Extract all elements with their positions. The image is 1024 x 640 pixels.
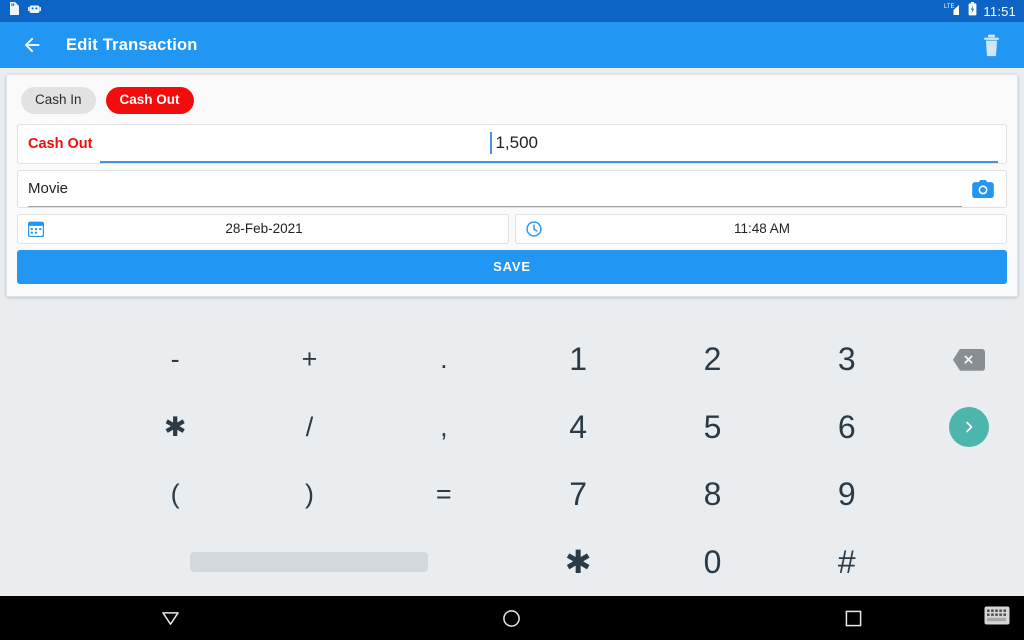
note-input[interactable]: Movie: [28, 171, 962, 207]
status-bar-notifications: [8, 2, 41, 20]
calendar-icon: [26, 221, 46, 237]
amount-value: 1,500: [490, 131, 996, 154]
spacebar: [190, 552, 429, 573]
svg-text:LTE: LTE: [944, 4, 955, 10]
transaction-type-toggle: Cash In Cash Out: [17, 83, 1007, 124]
date-time-row: 28-Feb-2021 11:48 AM: [17, 213, 1007, 244]
key-pad-right-4: [914, 529, 1024, 597]
camera-icon[interactable]: [968, 174, 998, 204]
status-bar-system: LTE 11:51: [944, 1, 1016, 21]
date-value: 28-Feb-2021: [225, 221, 303, 236]
note-row: Movie: [17, 169, 1007, 208]
date-picker-field[interactable]: 28-Feb-2021: [17, 213, 509, 244]
key-space[interactable]: [108, 529, 511, 597]
status-bar-clock: 11:51: [983, 3, 1016, 19]
key-enter[interactable]: [914, 394, 1024, 462]
key-pad-left-3: [0, 461, 108, 529]
key-3[interactable]: 3: [780, 326, 914, 394]
key-pad-right-3: [914, 461, 1024, 529]
key-2[interactable]: 2: [645, 326, 779, 394]
key-equals[interactable]: =: [377, 461, 511, 529]
sd-card-icon: [8, 2, 19, 20]
amount-label: Cash Out: [28, 135, 93, 152]
nav-back-triangle-icon[interactable]: [0, 610, 341, 627]
key-4[interactable]: 4: [511, 394, 645, 462]
key-paren-open[interactable]: (: [108, 461, 242, 529]
battery-icon: [968, 1, 977, 21]
app-bar: Edit Transaction: [0, 22, 1024, 68]
lte-signal-icon: LTE: [944, 2, 962, 21]
amount-row: Cash Out 1,500: [17, 123, 1007, 164]
system-nav-bar: [0, 596, 1024, 640]
key-7[interactable]: 7: [511, 461, 645, 529]
clock-icon: [524, 220, 544, 237]
nav-home-circle-icon[interactable]: [341, 609, 682, 628]
key-0[interactable]: 0: [645, 529, 779, 597]
amount-input[interactable]: 1,500: [100, 125, 998, 163]
chevron-right-icon: [948, 407, 989, 448]
key-5[interactable]: 5: [645, 394, 779, 462]
note-value: Movie: [28, 179, 69, 197]
key-pad-left-4: [0, 529, 108, 597]
android-robot-icon: [28, 2, 41, 20]
key-plus[interactable]: +: [242, 326, 376, 394]
app-screen: LTE 11:51 Edit Transaction Cash In Cash …: [0, 0, 1024, 640]
key-asterisk-symbol[interactable]: ✱: [108, 394, 242, 462]
time-value: 11:48 AM: [733, 221, 791, 236]
chip-cash-out[interactable]: Cash Out: [105, 87, 194, 114]
trash-icon[interactable]: [972, 26, 1010, 64]
status-bar: LTE 11:51: [0, 0, 1024, 22]
key-hash[interactable]: #: [780, 529, 914, 597]
key-9[interactable]: 9: [780, 461, 914, 529]
time-picker-field[interactable]: 11:48 AM: [515, 213, 1007, 244]
key-slash[interactable]: /: [242, 394, 376, 462]
key-comma[interactable]: ,: [377, 394, 511, 462]
key-paren-close[interactable]: ): [242, 461, 376, 529]
form-card-wrapper: Cash In Cash Out Cash Out 1,500 Movie 28…: [0, 68, 1024, 297]
key-6[interactable]: 6: [780, 394, 914, 462]
chip-cash-in[interactable]: Cash In: [21, 87, 96, 114]
save-button[interactable]: SAVE: [17, 249, 1007, 284]
key-1[interactable]: 1: [511, 326, 645, 394]
key-pad-left-1: [0, 326, 108, 394]
key-minus[interactable]: -: [108, 326, 242, 394]
key-8[interactable]: 8: [645, 461, 779, 529]
numeric-keyboard: - + . 1 2 3 ✱ / , 4 5 6 () = 7 8 9 ✱ 0 …: [0, 326, 1024, 596]
text-caret: [490, 131, 493, 154]
amount-value-text: 1,500: [495, 132, 538, 152]
key-backspace[interactable]: [914, 326, 1024, 394]
keyboard-switch-icon[interactable]: [984, 606, 1010, 630]
key-asterisk[interactable]: ✱: [511, 529, 645, 597]
key-pad-left-2: [0, 394, 108, 462]
transaction-form-card: Cash In Cash Out Cash Out 1,500 Movie 28…: [6, 74, 1018, 297]
keyboard-grid: - + . 1 2 3 ✱ / , 4 5 6 () = 7 8 9 ✱ 0 …: [0, 326, 1024, 596]
page-title: Edit Transaction: [66, 35, 198, 54]
back-arrow-icon[interactable]: [14, 27, 50, 63]
key-period[interactable]: .: [377, 326, 511, 394]
backspace-icon: [952, 348, 985, 371]
nav-recents-square-icon[interactable]: [683, 610, 1024, 627]
